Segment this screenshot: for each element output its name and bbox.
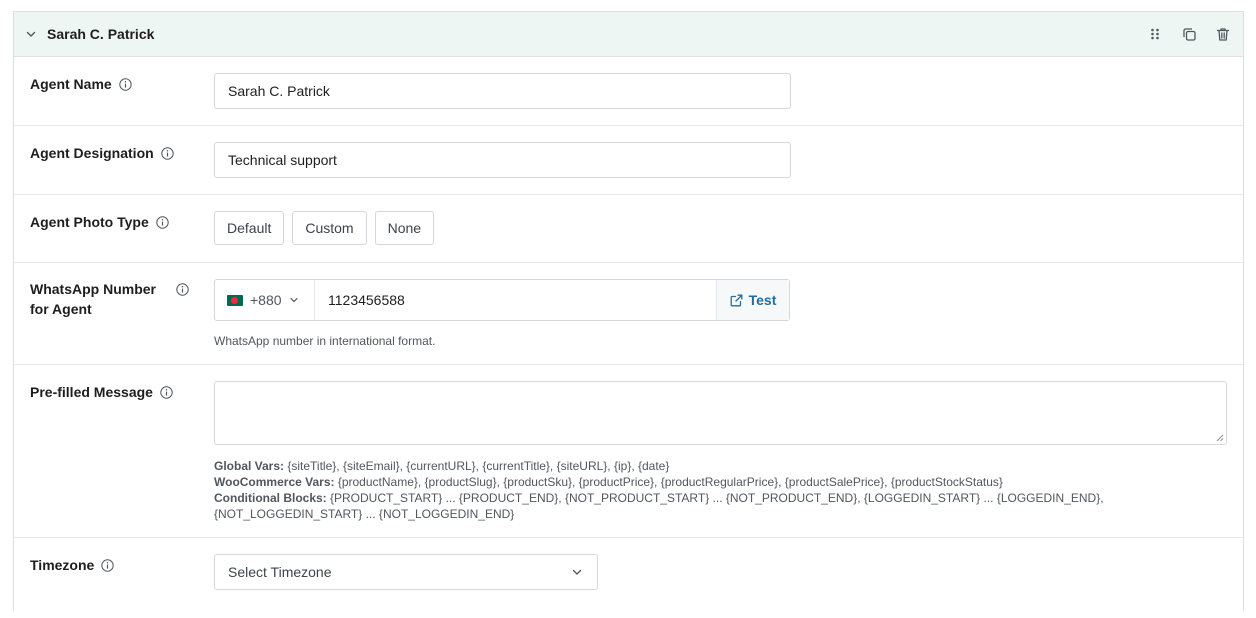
woo-vars-label: WooCommerce Vars: (214, 475, 335, 489)
row-agent-name: Agent Name Sarah C. Patrick (14, 57, 1243, 126)
agent-designation-input[interactable]: Technical support (214, 142, 791, 178)
timezone-placeholder: Select Timezone (228, 564, 332, 580)
whatsapp-help-text: WhatsApp number in international format. (214, 334, 436, 348)
chevron-down-icon (571, 566, 583, 578)
duplicate-icon[interactable] (1181, 26, 1197, 42)
row-agent-photo-type: Agent Photo Type Default Custom None (14, 195, 1243, 263)
trash-icon[interactable] (1215, 26, 1231, 42)
chevron-down-icon (289, 295, 299, 305)
prefilled-message-textarea[interactable] (214, 381, 1227, 445)
conditional-blocks-label: Conditional Blocks: (214, 491, 327, 505)
prefilled-message-label: Pre-filled Message (30, 384, 153, 400)
info-icon[interactable] (156, 216, 169, 229)
info-icon[interactable] (118, 78, 132, 91)
agent-panel-header[interactable]: Sarah C. Patrick (14, 12, 1243, 57)
info-icon[interactable] (176, 283, 189, 296)
row-prefilled-message: Pre-filled Message Global Vars: {siteTit… (14, 365, 1243, 538)
external-link-icon (730, 294, 743, 307)
test-button[interactable]: Test (716, 280, 789, 320)
whatsapp-phone-field: +880 1123456588 Test (214, 279, 790, 321)
test-button-label: Test (748, 292, 777, 308)
agent-name-input[interactable]: Sarah C. Patrick (214, 73, 791, 109)
conditional-blocks: {PRODUCT_START} ... {PRODUCT_END}, {NOT_… (214, 491, 1104, 521)
agent-designation-label: Agent Designation (30, 145, 154, 161)
bangladesh-flag-icon (227, 294, 243, 306)
woo-vars: {productName}, {productSlug}, {productSk… (334, 475, 1003, 489)
resize-handle-icon[interactable] (1216, 434, 1224, 442)
photo-type-custom-button[interactable]: Custom (292, 211, 367, 245)
agent-panel: Sarah C. Patrick Agent Name Sarah C. Pat… (13, 11, 1244, 611)
global-vars-label: Global Vars: (214, 459, 285, 473)
chevron-down-icon[interactable] (24, 27, 38, 41)
info-icon[interactable] (160, 147, 174, 160)
photo-type-none-button[interactable]: None (374, 211, 435, 245)
photo-type-default-button[interactable]: Default (214, 211, 285, 245)
whatsapp-label-line2: for Agent (30, 301, 92, 317)
row-agent-designation: Agent Designation Technical support (14, 126, 1243, 195)
row-whatsapp-number: WhatsApp Number for Agent +880 112345658… (14, 263, 1243, 365)
whatsapp-number-input[interactable]: 1123456588 (315, 280, 716, 320)
global-vars: {siteTitle}, {siteEmail}, {currentURL}, … (284, 459, 670, 473)
info-icon[interactable] (160, 386, 173, 399)
whatsapp-label-line1: WhatsApp Number (30, 281, 156, 297)
row-timezone: Timezone Select Timezone (14, 538, 1243, 618)
panel-title: Sarah C. Patrick (47, 26, 155, 42)
country-code: +880 (250, 292, 282, 308)
country-code-select[interactable]: +880 (215, 280, 315, 320)
drag-handle-icon[interactable] (1147, 26, 1163, 42)
info-icon[interactable] (101, 559, 115, 572)
timezone-label: Timezone (30, 557, 95, 573)
agent-photo-type-label: Agent Photo Type (30, 214, 149, 230)
agent-name-label: Agent Name (30, 76, 112, 92)
timezone-select[interactable]: Select Timezone (214, 554, 598, 590)
variables-help: Global Vars: {siteTitle}, {siteEmail}, {… (214, 458, 1224, 522)
